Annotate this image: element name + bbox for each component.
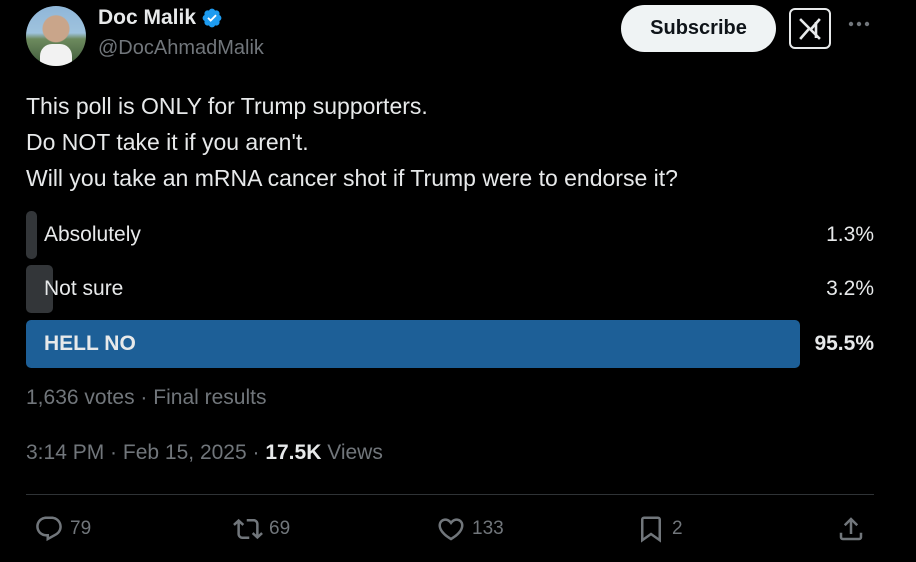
poll-status: Final results — [153, 386, 267, 409]
views-label: Views — [321, 441, 383, 464]
tweet-line: This poll is ONLY for Trump supporters. — [26, 93, 428, 119]
author-handle[interactable]: @DocAhmadMalik — [98, 37, 264, 60]
poll-bar — [26, 320, 800, 368]
timestamp-row: 3:14 PM · Feb 15, 2025 · 17.5K Views — [26, 441, 383, 465]
author-name-row: Doc Malik — [98, 6, 223, 30]
grok-icon — [799, 17, 821, 40]
poll-option-label: Not sure — [44, 277, 124, 300]
timestamp-separator: · — [246, 441, 266, 464]
poll-option-percent: 95.5% — [814, 332, 874, 355]
author-display-name[interactable]: Doc Malik — [98, 6, 196, 30]
more-icon[interactable] — [846, 14, 872, 34]
grok-button[interactable] — [789, 8, 831, 49]
repost-count: 69 — [269, 518, 291, 539]
poll-meta: 1,636 votes · Final results — [26, 386, 266, 410]
poll-option-not-sure: Not sure 3.2% — [26, 265, 874, 313]
reply-button[interactable]: 79 — [34, 512, 91, 546]
like-count: 133 — [472, 518, 504, 539]
repost-button[interactable]: 69 — [233, 512, 290, 546]
poll-option-percent: 1.3% — [826, 223, 874, 246]
views-count: 17.5K — [265, 441, 322, 464]
avatar[interactable] — [26, 6, 86, 66]
tweet-time[interactable]: 3:14 PM — [26, 441, 104, 464]
timestamp-separator: · — [104, 441, 123, 464]
divider — [26, 494, 874, 495]
repost-icon — [233, 518, 263, 540]
bookmark-button[interactable]: 2 — [636, 512, 683, 546]
like-button[interactable]: 133 — [436, 512, 504, 546]
bookmark-count: 2 — [672, 518, 683, 539]
tweet-date[interactable]: Feb 15, 2025 — [123, 441, 247, 464]
poll-option-absolutely: Absolutely 1.3% — [26, 211, 874, 259]
poll-votes: 1,636 votes — [26, 386, 135, 409]
verified-badge-icon — [202, 8, 222, 28]
reply-count: 79 — [70, 518, 92, 539]
tweet-line: Do NOT take it if you aren't. — [26, 129, 309, 155]
poll-option-hell-no: HELL NO 95.5% — [26, 320, 874, 368]
poll-option-percent: 3.2% — [826, 277, 874, 300]
poll-option-label: HELL NO — [44, 332, 136, 355]
avatar-shirt — [40, 44, 72, 66]
share-button[interactable] — [836, 512, 866, 546]
bookmark-icon — [641, 516, 661, 543]
heart-icon — [438, 518, 464, 541]
tweet-line: Will you take an mRNA cancer shot if Tru… — [26, 165, 678, 191]
reply-icon — [36, 516, 62, 542]
poll-meta-separator: · — [134, 386, 154, 409]
poll-bar — [26, 211, 37, 259]
share-icon — [839, 517, 863, 541]
subscribe-button[interactable]: Subscribe — [621, 5, 776, 52]
poll-option-label: Absolutely — [44, 223, 141, 246]
tweet-text: This poll is ONLY for Trump supporters. … — [26, 88, 886, 196]
